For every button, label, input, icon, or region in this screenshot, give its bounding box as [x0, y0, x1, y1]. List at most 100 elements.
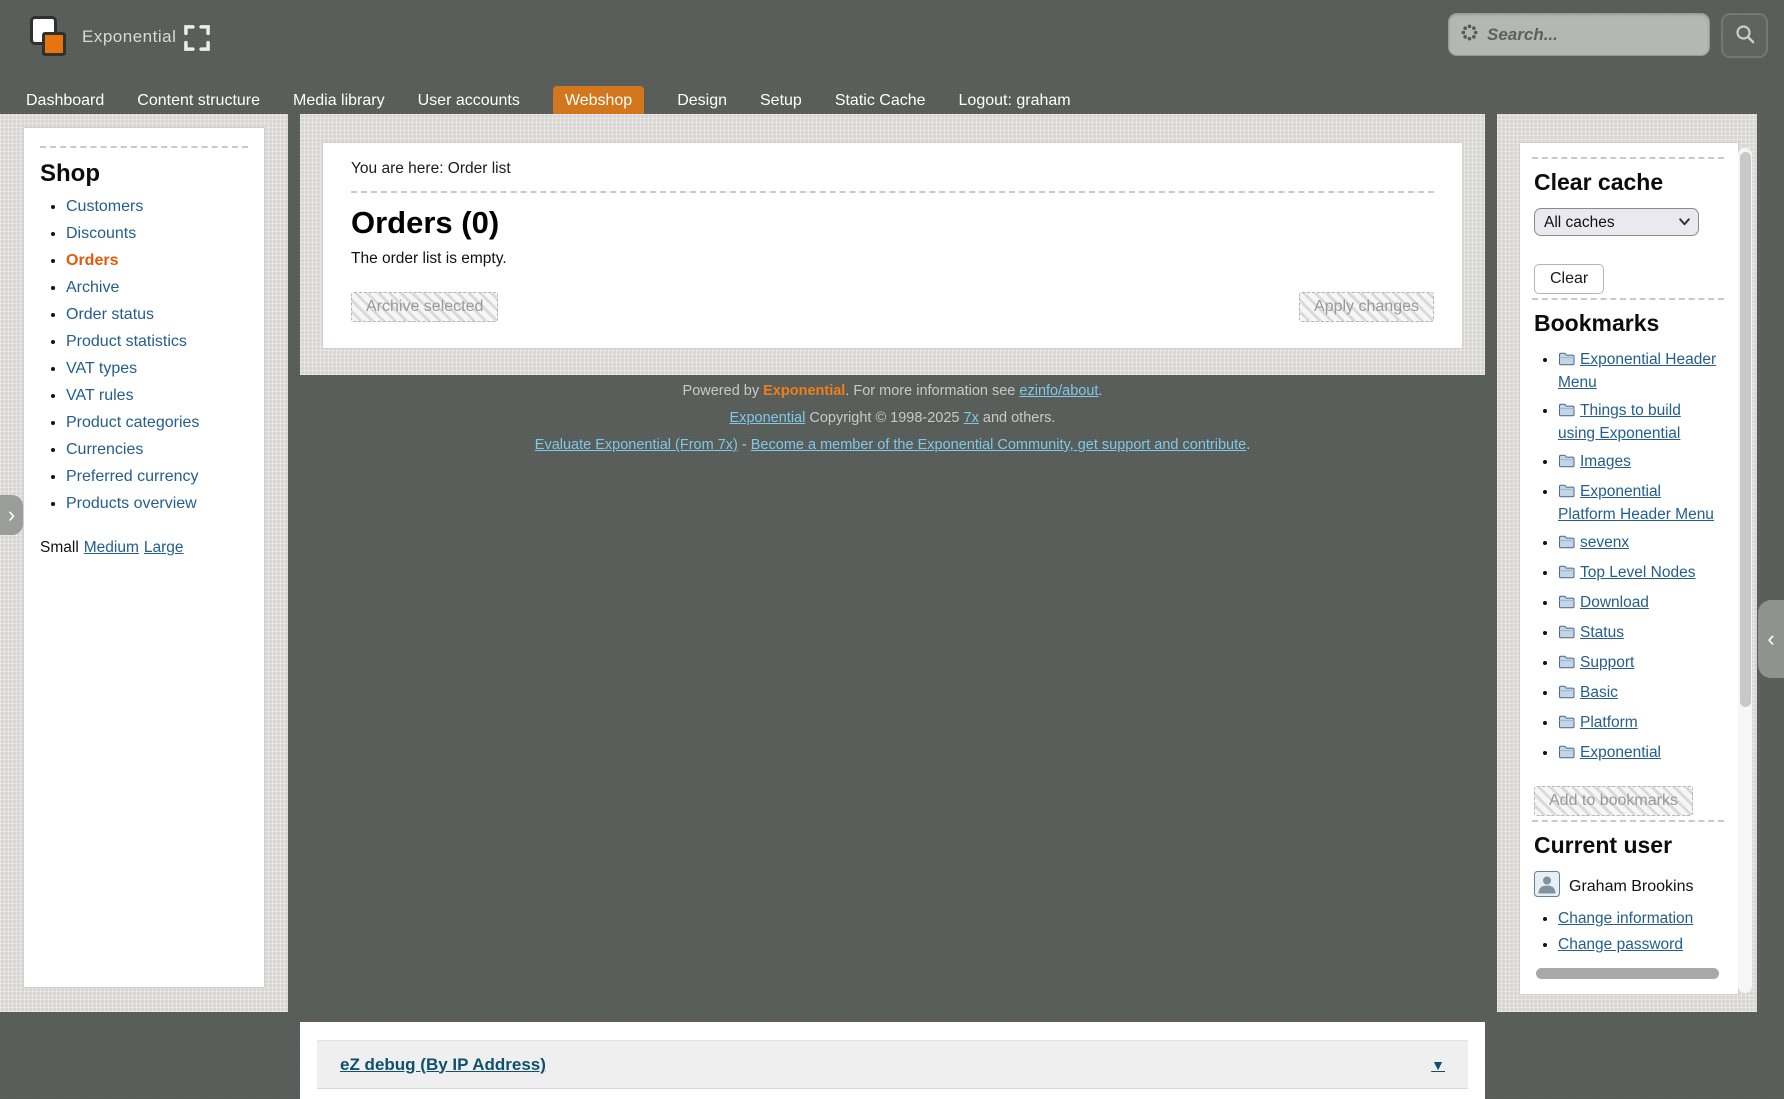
left-collapse-tab[interactable]: › [0, 495, 23, 535]
fullscreen-icon[interactable] [183, 24, 211, 52]
nav-item-media-library[interactable]: Media library [293, 86, 385, 116]
sidebar-item-currencies[interactable]: Currencies [66, 441, 143, 458]
search-input[interactable] [1487, 25, 1697, 45]
breadcrumb: You are here: Order list [351, 160, 1434, 178]
nav-item-setup[interactable]: Setup [760, 86, 802, 116]
sidebar-item-customers[interactable]: Customers [66, 198, 143, 215]
nav-item-dashboard[interactable]: Dashboard [26, 86, 104, 116]
bookmark-link[interactable]: Exponential Platform Header Menu [1558, 483, 1714, 523]
folder-icon [1558, 483, 1575, 504]
button-row: Archive selected Apply changes [351, 292, 1434, 322]
sidebar-item-orders[interactable]: Orders [66, 252, 118, 269]
sidebar-item-preferred-currency[interactable]: Preferred currency [66, 468, 199, 485]
vertical-scrollbar-track[interactable] [1738, 148, 1752, 993]
bookmarks-title: Bookmarks [1534, 310, 1718, 337]
gear-icon [1461, 24, 1478, 46]
logo-orange-square [42, 32, 66, 56]
change-password-link[interactable]: Change password [1558, 936, 1683, 953]
community-link[interactable]: Become a member of the Exponential Commu… [751, 437, 1246, 453]
bookmark-link[interactable]: Download [1580, 594, 1649, 611]
current-user-title: Current user [1534, 832, 1718, 859]
nav-item-logout[interactable]: Logout: graham [959, 86, 1071, 116]
horizontal-scrollbar[interactable] [1536, 968, 1719, 979]
list-item: Exponential [1558, 742, 1718, 765]
apply-changes-button[interactable]: Apply changes [1299, 292, 1434, 322]
size-large-link[interactable]: Large [144, 539, 184, 556]
search-box[interactable] [1448, 13, 1710, 56]
footer-text: . [1246, 437, 1250, 453]
sidebar-item-archive[interactable]: Archive [66, 279, 119, 296]
empty-message: The order list is empty. [351, 250, 1434, 268]
magnifier-icon [1734, 23, 1756, 48]
right-sidebar: Clear cache All caches Clear Bookmarks E… [1519, 142, 1739, 995]
nav-item-webshop[interactable]: Webshop [553, 86, 644, 116]
divider [1532, 157, 1724, 159]
bookmarks-list: Exponential Header Menu Things to build … [1558, 349, 1718, 765]
bookmark-link[interactable]: Images [1580, 453, 1631, 470]
size-medium-link[interactable]: Medium [84, 539, 139, 556]
cache-select[interactable]: All caches [1534, 208, 1699, 236]
chevron-right-icon: › [8, 502, 15, 528]
add-to-bookmarks-button[interactable]: Add to bookmarks [1534, 786, 1693, 816]
change-information-link[interactable]: Change information [1558, 910, 1693, 927]
list-item: Orders [66, 252, 250, 270]
clear-cache-button[interactable]: Clear [1534, 264, 1604, 294]
bookmark-link[interactable]: Exponential Header Menu [1558, 351, 1716, 391]
folder-icon [1558, 564, 1575, 585]
debug-collapse-icon[interactable]: ▼ [1431, 1057, 1445, 1073]
brand-text: Exponential [82, 27, 176, 47]
ez-debug-link[interactable]: eZ debug (By IP Address) [340, 1055, 546, 1075]
footer-text: Powered by [683, 383, 764, 399]
sidebar-item-vat-types[interactable]: VAT types [66, 360, 137, 377]
nav-item-content-structure[interactable]: Content structure [137, 86, 260, 116]
evaluate-link[interactable]: Evaluate Exponential (From 7x) [535, 437, 738, 453]
nav-item-design[interactable]: Design [677, 86, 727, 116]
list-item: Exponential Header Menu [1558, 349, 1718, 393]
vertical-scrollbar-thumb[interactable] [1740, 152, 1751, 707]
current-user-name: Graham Brookins [1569, 878, 1694, 896]
list-item: sevenx [1558, 532, 1718, 555]
list-item: Change password [1558, 936, 1718, 954]
folder-icon [1558, 453, 1575, 474]
sidebar-item-product-categories[interactable]: Product categories [66, 414, 199, 431]
bookmark-link[interactable]: Things to build using Exponential [1558, 402, 1681, 442]
divider [40, 146, 248, 148]
bookmark-link[interactable]: Status [1580, 624, 1624, 641]
bookmark-link[interactable]: Support [1580, 654, 1634, 671]
divider [1532, 820, 1724, 822]
list-item: Discounts [66, 225, 250, 243]
7x-link[interactable]: 7x [964, 410, 979, 426]
debug-bar: eZ debug (By IP Address) ▼ [317, 1040, 1468, 1089]
sidebar-item-discounts[interactable]: Discounts [66, 225, 136, 242]
shop-sidebar: Shop Customers Discounts Orders Archive … [23, 127, 265, 988]
footer-text: Copyright © 1998-2025 [805, 410, 963, 426]
footer-line-1: Powered by Exponential. For more informa… [300, 378, 1485, 405]
archive-selected-button[interactable]: Archive selected [351, 292, 498, 322]
right-collapse-tab[interactable]: ‹ [1758, 600, 1784, 678]
bookmark-link[interactable]: Exponential [1580, 744, 1661, 761]
nav-item-static-cache[interactable]: Static Cache [835, 86, 926, 116]
footer-line-3: Evaluate Exponential (From 7x) - Become … [300, 432, 1485, 459]
folder-icon [1558, 684, 1575, 705]
search-button[interactable] [1721, 13, 1768, 58]
bookmark-link[interactable]: Platform [1580, 714, 1638, 731]
folder-icon [1558, 351, 1575, 372]
divider [1532, 298, 1724, 300]
cache-select-wrap: All caches [1534, 208, 1699, 236]
exponential-logo[interactable] [30, 16, 74, 62]
bookmark-link[interactable]: sevenx [1580, 534, 1629, 551]
folder-icon [1558, 594, 1575, 615]
bookmark-link[interactable]: Top Level Nodes [1580, 564, 1695, 581]
sidebar-item-vat-rules[interactable]: VAT rules [66, 387, 134, 404]
nav-item-user-accounts[interactable]: User accounts [418, 86, 520, 116]
bookmark-link[interactable]: Basic [1580, 684, 1618, 701]
exponential-link[interactable]: Exponential [730, 410, 806, 426]
sidebar-item-products-overview[interactable]: Products overview [66, 495, 197, 512]
folder-icon [1558, 654, 1575, 675]
list-item: Platform [1558, 712, 1718, 735]
sidebar-item-product-statistics[interactable]: Product statistics [66, 333, 187, 350]
sidebar-item-order-status[interactable]: Order status [66, 306, 154, 323]
shop-title: Shop [40, 160, 250, 188]
shop-menu: Customers Discounts Orders Archive Order… [66, 198, 250, 513]
ezinfo-about-link[interactable]: ezinfo/about [1019, 383, 1098, 399]
